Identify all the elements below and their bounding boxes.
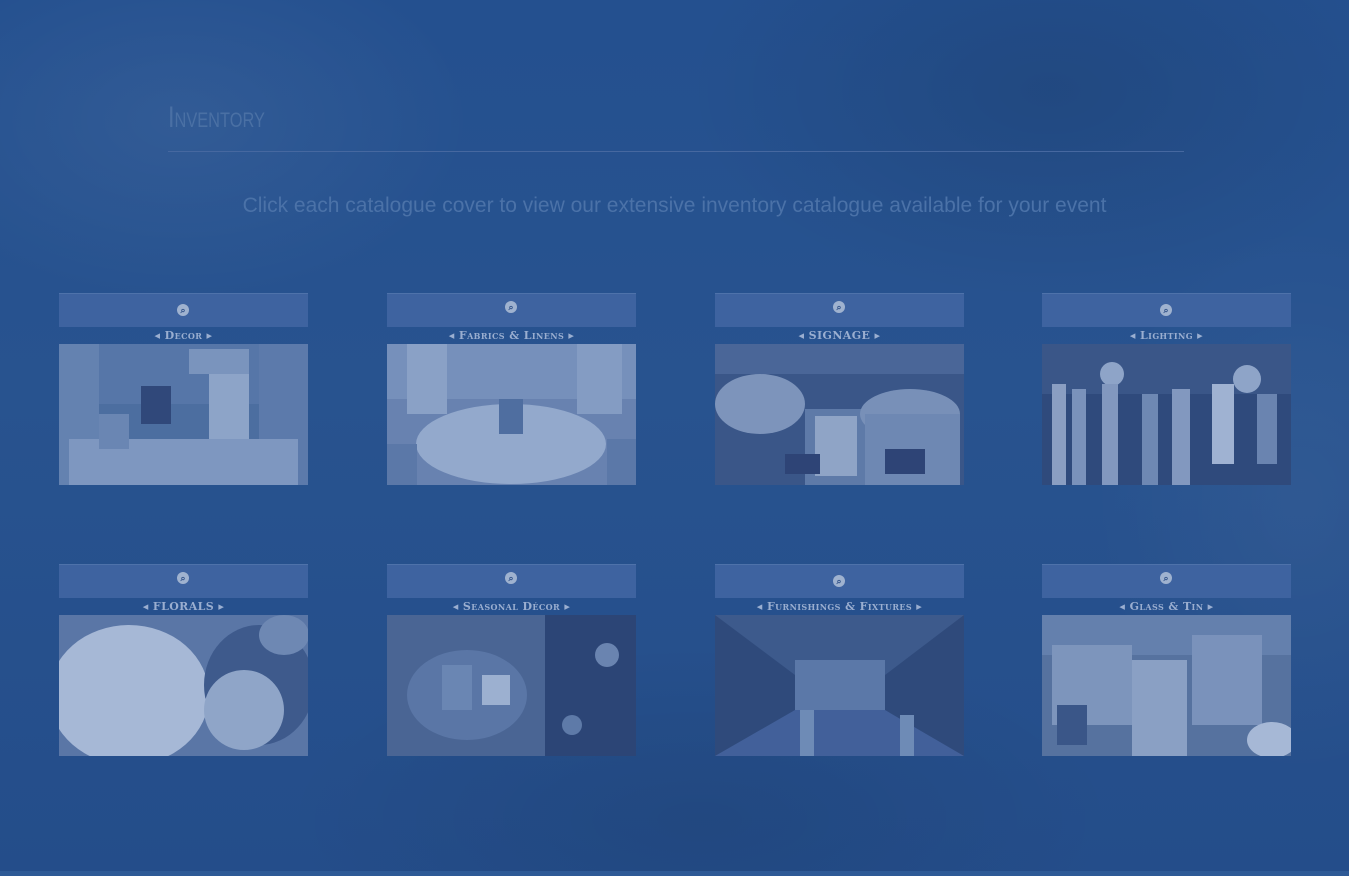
zoom-icon[interactable]: ⌕ bbox=[1160, 304, 1172, 316]
catalogue-card-furnishings-fixtures[interactable]: ⌕ ◂ Furnishings & Fixtures ▸ bbox=[715, 564, 964, 756]
zoom-icon[interactable]: ⌕ bbox=[833, 301, 845, 313]
catalogue-cover-image[interactable] bbox=[715, 344, 964, 485]
catalogue-card-header: ⌕ bbox=[715, 564, 964, 598]
zoom-icon[interactable]: ⌕ bbox=[505, 301, 517, 313]
catalogue-label[interactable]: ◂ Decor ▸ bbox=[59, 327, 308, 344]
catalogue-cover-image[interactable] bbox=[1042, 615, 1291, 756]
zoom-icon[interactable]: ⌕ bbox=[505, 572, 517, 584]
catalogue-card-lighting[interactable]: ⌕ ◂ Lighting ▸ bbox=[1042, 293, 1291, 485]
catalogue-cover-image[interactable] bbox=[59, 615, 308, 756]
catalogue-cover-image[interactable] bbox=[59, 344, 308, 485]
catalogue-card-header: ⌕ bbox=[715, 293, 964, 327]
catalogue-card-header: ⌕ bbox=[1042, 564, 1291, 598]
catalogue-card-signage[interactable]: ⌕ ◂ SIGNAGE ▸ bbox=[715, 293, 964, 485]
catalogue-card-decor[interactable]: ⌕ ◂ Decor ▸ bbox=[59, 293, 308, 485]
catalogue-label[interactable]: ◂ FLORALS ▸ bbox=[59, 598, 308, 615]
catalogue-card-header: ⌕ bbox=[59, 564, 308, 598]
catalogue-card-header: ⌕ bbox=[1042, 293, 1291, 327]
catalogue-card-header: ⌕ bbox=[387, 564, 636, 598]
page-subtitle: Click each catalogue cover to view our e… bbox=[242, 194, 1107, 217]
catalogue-label[interactable]: ◂ Lighting ▸ bbox=[1042, 327, 1291, 344]
zoom-icon[interactable]: ⌕ bbox=[833, 575, 845, 587]
catalogue-label[interactable]: ◂ Glass & Tin ▸ bbox=[1042, 598, 1291, 615]
zoom-icon[interactable]: ⌕ bbox=[177, 572, 189, 584]
catalogue-card-glass-tin[interactable]: ⌕ ◂ Glass & Tin ▸ bbox=[1042, 564, 1291, 756]
catalogue-card-fabrics-linens[interactable]: ⌕ ◂ Fabrics & Linens ▸ bbox=[387, 293, 636, 485]
catalogue-card-seasonal-decor[interactable]: ⌕ ◂ Seasonal Décor ▸ bbox=[387, 564, 636, 756]
catalogue-cover-image[interactable] bbox=[387, 344, 636, 485]
catalogue-label[interactable]: ◂ Furnishings & Fixtures ▸ bbox=[715, 598, 964, 615]
title-divider bbox=[168, 151, 1184, 152]
catalogue-cover-image[interactable] bbox=[715, 615, 964, 756]
catalogue-label[interactable]: ◂ Seasonal Décor ▸ bbox=[387, 598, 636, 615]
footer-strip bbox=[0, 871, 1349, 876]
page-title: Inventory bbox=[168, 101, 265, 134]
catalogue-cover-image[interactable] bbox=[387, 615, 636, 756]
catalogue-card-header: ⌕ bbox=[59, 293, 308, 327]
catalogue-label[interactable]: ◂ Fabrics & Linens ▸ bbox=[387, 327, 636, 344]
catalogue-card-florals[interactable]: ⌕ ◂ FLORALS ▸ bbox=[59, 564, 308, 756]
catalogue-cover-image[interactable] bbox=[1042, 344, 1291, 485]
zoom-icon[interactable]: ⌕ bbox=[1160, 572, 1172, 584]
catalogue-card-header: ⌕ bbox=[387, 293, 636, 327]
catalogue-label[interactable]: ◂ SIGNAGE ▸ bbox=[715, 327, 964, 344]
zoom-icon[interactable]: ⌕ bbox=[177, 304, 189, 316]
